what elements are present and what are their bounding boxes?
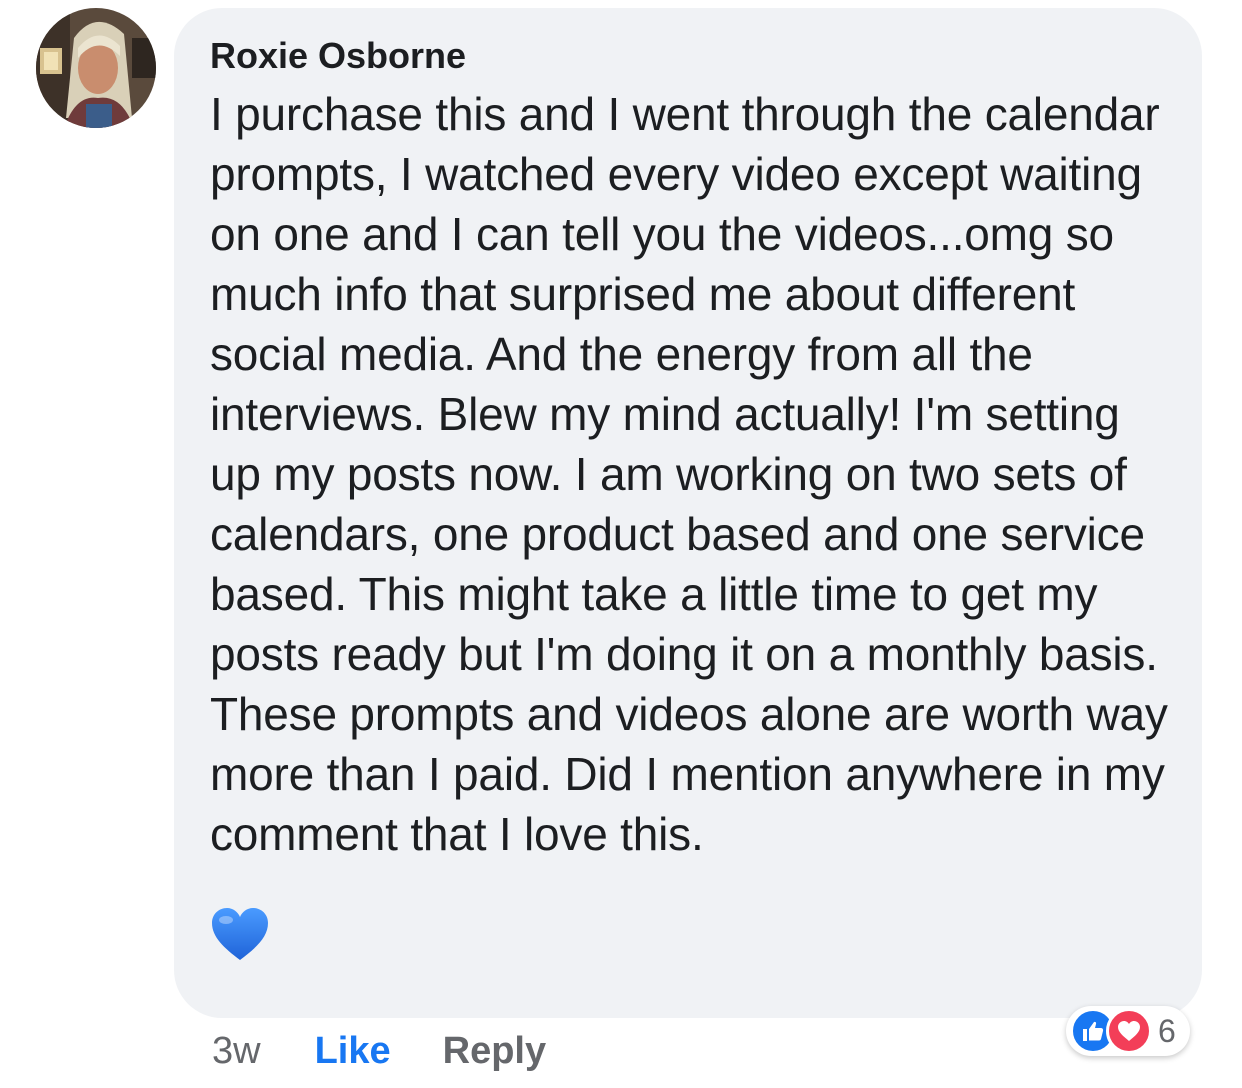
reply-button[interactable]: Reply xyxy=(443,1030,546,1073)
like-button[interactable]: Like xyxy=(315,1030,391,1073)
comment-bubble: Roxie Osborne I purchase this and I went… xyxy=(174,8,1202,1018)
avatar[interactable] xyxy=(36,8,156,128)
blue-heart-icon xyxy=(210,906,270,962)
comment-author[interactable]: Roxie Osborne xyxy=(210,34,1172,78)
reactions-summary[interactable]: 6 xyxy=(1066,1006,1190,1056)
love-icon xyxy=(1106,1008,1152,1054)
comment-timestamp[interactable]: 3w xyxy=(212,1030,261,1073)
avatar-image xyxy=(36,8,156,128)
reaction-count: 6 xyxy=(1158,1012,1176,1049)
comment-text: I purchase this and I went through the c… xyxy=(210,88,1168,860)
comment-actions: 3w Like Reply xyxy=(212,1026,546,1076)
